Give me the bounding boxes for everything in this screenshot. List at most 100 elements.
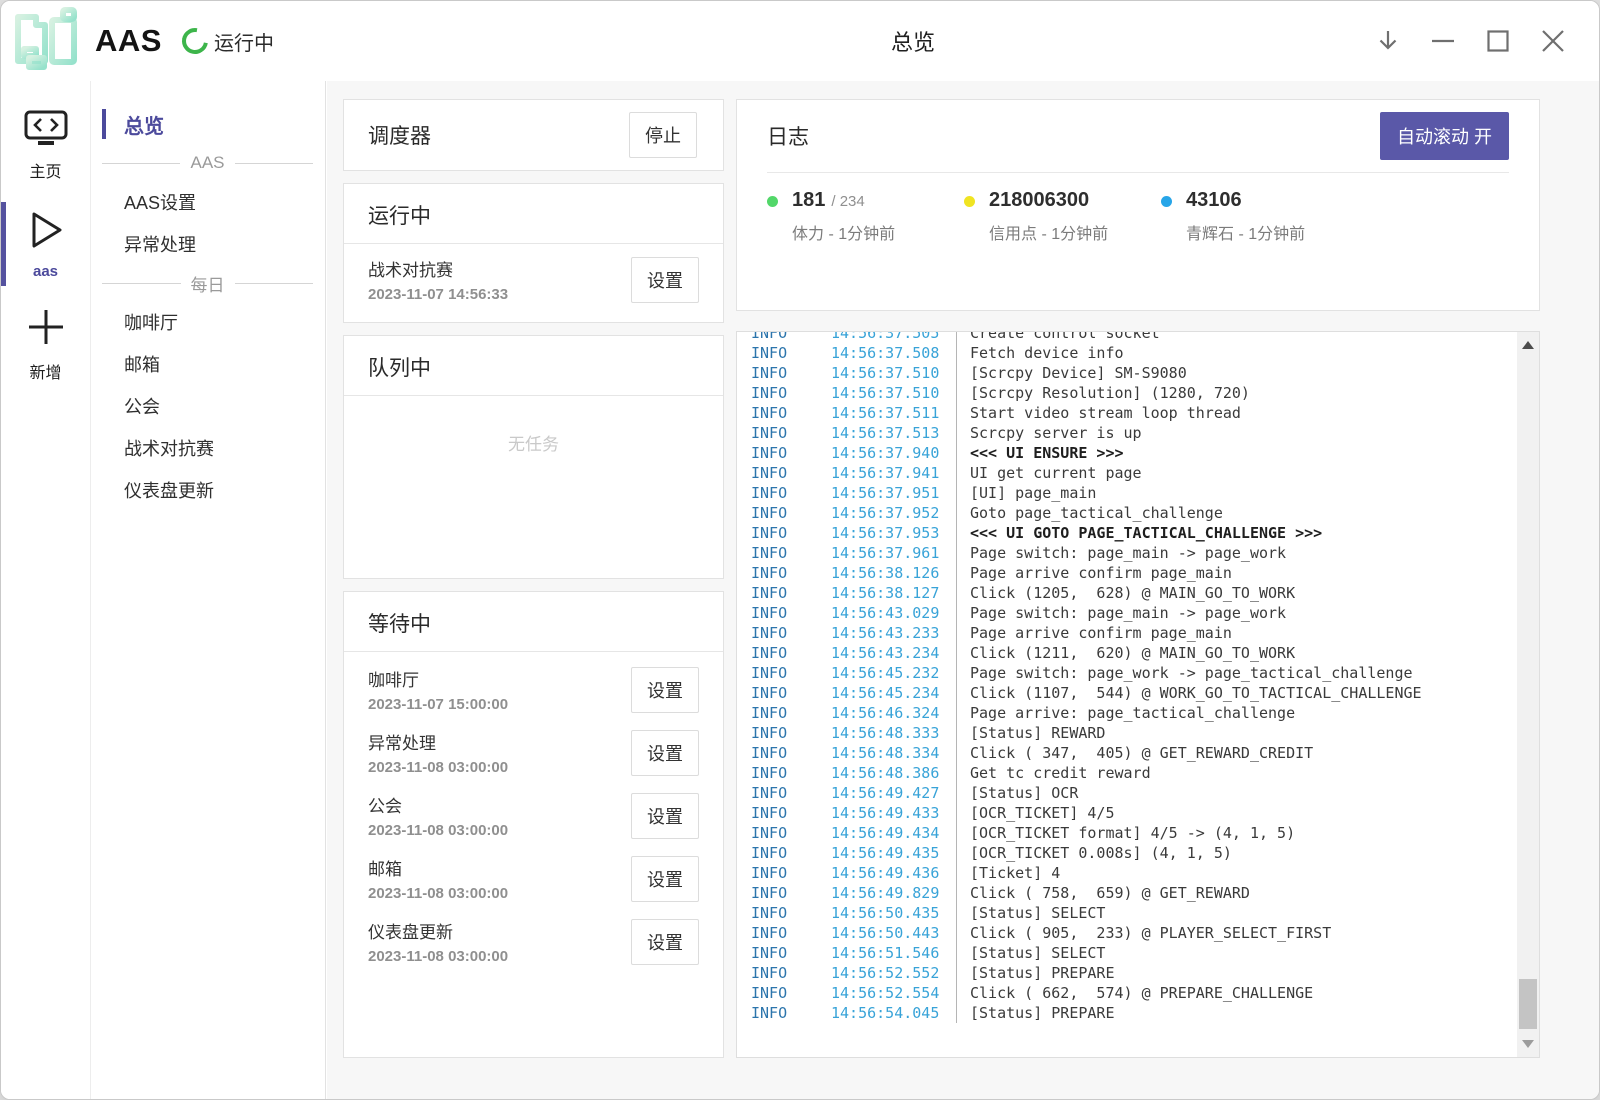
log-message: Click ( 662, 574) @ PREPARE_CHALLENGE: [956, 983, 1313, 1003]
rail-item-home[interactable]: 主页: [1, 101, 90, 190]
log-line: INFO 14:56:37.505 Create control socket: [751, 331, 1503, 343]
log-line: INFO 14:56:43.029 Page switch: page_main…: [751, 603, 1503, 623]
log-scrollbar[interactable]: [1517, 332, 1539, 1057]
waiting-task-row: 仪表盘更新 2023-11-08 03:00:00 设置: [344, 910, 723, 973]
task-time: 2023-11-07 15:00:00: [368, 696, 508, 713]
log-timestamp: 14:56:37.941: [831, 463, 956, 483]
stat-label: 青辉石 - 1分钟前: [1186, 220, 1305, 244]
log-level: INFO: [751, 763, 831, 783]
scheduler-title: 调度器: [368, 120, 431, 150]
task-time: 2023-11-08 03:00:00: [368, 948, 508, 965]
log-line: INFO 14:56:52.552 [Status] PREPARE: [751, 963, 1503, 983]
side-nav-item[interactable]: 战术对抗赛: [92, 427, 325, 469]
log-level: INFO: [751, 563, 831, 583]
log-timestamp: 14:56:37.953: [831, 523, 956, 543]
rail-item-aas[interactable]: aas: [1, 200, 90, 288]
close-button[interactable]: [1537, 25, 1569, 57]
log-message: Get tc credit reward: [956, 763, 1151, 783]
log-level: INFO: [751, 983, 831, 1003]
log-timestamp: 14:56:38.126: [831, 563, 956, 583]
log-level: INFO: [751, 883, 831, 903]
running-panel: 运行中 战术对抗赛 2023-11-07 14:56:33 设置: [343, 183, 724, 323]
log-message: Page switch: page_main -> page_work: [956, 543, 1286, 563]
side-nav-item[interactable]: 邮箱: [92, 343, 325, 385]
side-nav-item[interactable]: 公会: [92, 385, 325, 427]
log-timestamp: 14:56:50.443: [831, 923, 956, 943]
waiting-task-row: 咖啡厅 2023-11-07 15:00:00 设置: [344, 658, 723, 721]
side-nav-item[interactable]: AAS设置: [92, 181, 325, 223]
log-message: Page arrive: page_tactical_challenge: [956, 703, 1295, 723]
log-message: Click (1205, 628) @ MAIN_GO_TO_WORK: [956, 583, 1295, 603]
task-settings-button[interactable]: 设置: [631, 730, 699, 776]
stat-label: 信用点 - 1分钟前: [989, 220, 1108, 244]
log-line: INFO 14:56:49.829 Click ( 758, 659) @ GE…: [751, 883, 1503, 903]
task-settings-button[interactable]: 设置: [631, 793, 699, 839]
log-level: INFO: [751, 523, 831, 543]
task-settings-button[interactable]: 设置: [631, 856, 699, 902]
rail-item-label: 主页: [29, 158, 61, 182]
log-line: INFO 14:56:37.952 Goto page_tactical_cha…: [751, 503, 1503, 523]
task-settings-button[interactable]: 设置: [631, 667, 699, 713]
log-level: INFO: [751, 843, 831, 863]
scrollbar-thumb[interactable]: [1519, 979, 1537, 1029]
task-settings-button[interactable]: 设置: [631, 919, 699, 965]
maximize-button[interactable]: [1482, 25, 1514, 57]
task-name: 异常处理: [368, 729, 508, 754]
log-level: INFO: [751, 583, 831, 603]
side-nav-item[interactable]: 总览: [92, 103, 325, 145]
icon-rail: 主页 aas 新增: [1, 81, 91, 1099]
log-line: INFO 14:56:52.554 Click ( 662, 574) @ PR…: [751, 983, 1503, 1003]
log-timestamp: 14:56:48.334: [831, 743, 956, 763]
waiting-task-row: 异常处理 2023-11-08 03:00:00 设置: [344, 721, 723, 784]
resource-stats: 181/ 234 体力 - 1分钟前 218006300 信用点 - 1分钟前: [737, 173, 1539, 244]
app-window: AAS 运行中 总览: [0, 0, 1600, 1100]
log-line: INFO 14:56:38.127 Click (1205, 628) @ MA…: [751, 583, 1503, 603]
download-button[interactable]: [1372, 25, 1404, 57]
log-timestamp: 14:56:49.434: [831, 823, 956, 843]
log-line: INFO 14:56:50.443 Click ( 905, 233) @ PL…: [751, 923, 1503, 943]
log-message: Click ( 758, 659) @ GET_REWARD: [956, 883, 1250, 903]
window-controls: [1372, 1, 1569, 81]
log-level: INFO: [751, 623, 831, 643]
stat-value: 218006300: [989, 189, 1089, 211]
log-lines: INFO 14:56:37.505 Create control socket …: [751, 331, 1503, 1023]
side-nav-item[interactable]: 仪表盘更新: [92, 469, 325, 511]
running-settings-button[interactable]: 设置: [631, 257, 699, 303]
log-line: INFO 14:56:37.510 [Scrcpy Resolution] (1…: [751, 383, 1503, 403]
log-message: Start video stream loop thread: [956, 403, 1241, 423]
log-line: INFO 14:56:43.233 Page arrive confirm pa…: [751, 623, 1503, 643]
log-message: [Ticket] 4: [956, 863, 1060, 883]
queue-empty-text: 无任务: [344, 430, 723, 455]
task-name: 仪表盘更新: [368, 918, 508, 943]
running-title: 运行中: [368, 205, 431, 228]
log-message: Click (1211, 620) @ MAIN_GO_TO_WORK: [956, 643, 1295, 663]
log-timestamp: 14:56:45.232: [831, 663, 956, 683]
log-line: INFO 14:56:48.334 Click ( 347, 405) @ GE…: [751, 743, 1503, 763]
log-message: UI get current page: [956, 463, 1142, 483]
task-name: 邮箱: [368, 855, 508, 880]
rail-item-add[interactable]: 新增: [1, 298, 90, 391]
log-level: INFO: [751, 743, 831, 763]
log-line: INFO 14:56:37.941 UI get current page: [751, 463, 1503, 483]
scroll-up-icon[interactable]: [1522, 341, 1534, 349]
log-timestamp: 14:56:37.510: [831, 363, 956, 383]
scheduler-stop-button[interactable]: 停止: [629, 112, 697, 158]
nav-section-divider: 每日: [92, 265, 325, 301]
log-level: INFO: [751, 603, 831, 623]
log-level: INFO: [751, 783, 831, 803]
stat-dot-icon: [964, 196, 975, 207]
side-nav-item[interactable]: 咖啡厅: [92, 301, 325, 343]
task-name: 公会: [368, 792, 508, 817]
log-line: INFO 14:56:37.953 <<< UI GOTO PAGE_TACTI…: [751, 523, 1503, 543]
log-timestamp: 14:56:49.436: [831, 863, 956, 883]
minimize-button[interactable]: [1427, 25, 1459, 57]
autoscroll-toggle-button[interactable]: 自动滚动 开: [1380, 112, 1509, 160]
log-level: INFO: [751, 923, 831, 943]
side-nav-item[interactable]: 异常处理: [92, 223, 325, 265]
log-message: Page switch: page_work -> page_tactical_…: [956, 663, 1413, 683]
scroll-down-icon[interactable]: [1522, 1040, 1534, 1048]
log-line: INFO 14:56:37.508 Fetch device info: [751, 343, 1503, 363]
task-time: 2023-11-08 03:00:00: [368, 822, 508, 839]
rail-item-label: 新增: [29, 359, 61, 383]
log-message: Page arrive confirm page_main: [956, 623, 1232, 643]
